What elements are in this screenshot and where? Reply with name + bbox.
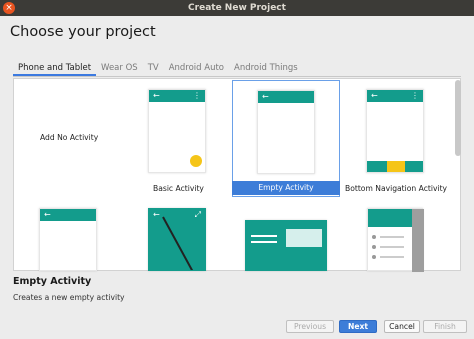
next-button[interactable]: Next <box>339 320 377 333</box>
gallery-scrollbar[interactable] <box>455 80 461 156</box>
template-label: Empty Activity <box>258 183 314 192</box>
tablet-preview-master-detail[interactable] <box>245 220 327 271</box>
template-bottom-navigation-activity[interactable]: ← ⋮ Bottom Navigation Activity <box>341 80 449 197</box>
back-arrow-icon: ← <box>44 210 51 219</box>
tab-phone-and-tablet[interactable]: Phone and Tablet <box>13 62 97 76</box>
selected-template-title: Empty Activity <box>13 276 92 287</box>
tab-divider <box>13 76 461 77</box>
phone-preview: ← <box>257 90 315 174</box>
selected-template-description: Creates a new empty activity <box>13 293 125 302</box>
more-options-icon: ⋮ <box>193 91 201 100</box>
close-icon[interactable]: × <box>3 2 15 14</box>
drawer-scrim <box>412 209 424 272</box>
detail-pane <box>286 229 322 247</box>
phone-preview: ← ⋮ <box>366 89 424 173</box>
phone-preview-fullscreen[interactable]: ← ⤢ <box>148 208 206 271</box>
tab-wear-os[interactable]: Wear OS <box>96 62 143 76</box>
bottom-nav-selected-item <box>387 161 405 172</box>
list-line <box>251 235 277 237</box>
template-label: Add No Activity <box>40 133 99 142</box>
window-titlebar: × Create New Project <box>0 0 474 16</box>
more-options-icon: ⋮ <box>411 91 419 100</box>
drawer-item <box>372 235 376 239</box>
phone-preview: ← ⋮ <box>148 89 206 173</box>
drawer-item <box>372 255 376 259</box>
fab-icon <box>190 155 202 167</box>
drawer-header <box>368 209 412 227</box>
template-add-no-activity[interactable]: Add No Activity <box>15 80 123 197</box>
previous-button[interactable]: Previous <box>286 320 334 333</box>
diagonal-stripe-icon <box>162 216 194 270</box>
selected-template-label: Empty Activity <box>232 181 340 195</box>
template-basic-activity[interactable]: ← ⋮ Basic Activity <box>124 80 232 197</box>
template-empty-activity[interactable]: ← <box>232 80 340 197</box>
device-tabs: Phone and Tablet Wear OS TV Android Auto… <box>13 62 303 76</box>
phone-preview-settings[interactable]: ← <box>39 208 97 271</box>
window-title: Create New Project <box>188 3 286 13</box>
cancel-button[interactable]: Cancel <box>384 320 420 333</box>
phone-preview-navigation-drawer[interactable] <box>367 208 424 272</box>
template-label: Bottom Navigation Activity <box>345 184 448 193</box>
drawer-item <box>380 246 404 248</box>
tab-android-things[interactable]: Android Things <box>229 62 303 76</box>
drawer-item <box>380 256 404 258</box>
tab-android-auto[interactable]: Android Auto <box>164 62 229 76</box>
tab-tv[interactable]: TV <box>143 62 164 76</box>
back-arrow-icon: ← <box>371 91 378 100</box>
back-arrow-icon: ← <box>262 92 269 101</box>
drawer-item <box>372 245 376 249</box>
back-arrow-icon: ← <box>153 91 160 100</box>
bottom-nav-bar <box>367 161 423 172</box>
template-label: Basic Activity <box>153 184 204 193</box>
page-title: Choose your project <box>10 24 156 40</box>
drawer-item <box>380 236 404 238</box>
finish-button[interactable]: Finish <box>423 320 467 333</box>
list-line <box>251 241 277 243</box>
